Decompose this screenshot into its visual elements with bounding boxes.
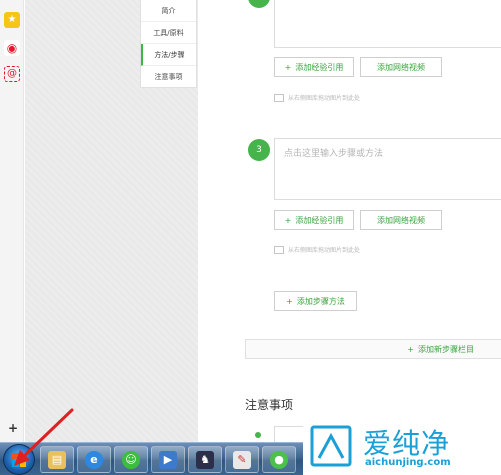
weibo-icon[interactable]: ◉ bbox=[4, 40, 20, 56]
star-icon[interactable]: ★ bbox=[4, 12, 20, 28]
image-icon bbox=[274, 93, 284, 102]
taskbar-media[interactable]: ▶ bbox=[151, 446, 185, 473]
step-number-badge: 3 bbox=[248, 139, 270, 161]
button-label: 添加经验引用 bbox=[295, 215, 344, 225]
taskbar-paint[interactable]: ✎ bbox=[225, 446, 259, 473]
step-number-badge bbox=[248, 0, 270, 8]
step-placeholder: 点击这里输入步骤或方法 bbox=[284, 149, 384, 159]
nav-item-steps[interactable]: 方法/步骤 bbox=[141, 44, 196, 66]
taskbar-explorer[interactable]: ▤ bbox=[40, 446, 74, 473]
add-new-step-section-button[interactable]: + 添加新步骤栏目 bbox=[245, 339, 501, 359]
image-icon bbox=[274, 245, 284, 254]
button-label: 添加新步骤栏目 bbox=[418, 344, 474, 354]
game-icon: ♞ bbox=[196, 450, 214, 469]
paint-icon: ✎ bbox=[233, 450, 251, 469]
nav-item-tools[interactable]: 工具/原料 bbox=[141, 22, 196, 44]
step-text-input[interactable] bbox=[274, 0, 501, 48]
start-button[interactable] bbox=[3, 444, 35, 475]
add-experience-reference-button[interactable]: + 添加经验引用 bbox=[274, 210, 354, 230]
left-icon-strip: ★ ◉ @ + bbox=[0, 0, 24, 442]
plus-icon: + bbox=[284, 215, 292, 225]
add-web-video-button[interactable]: 添加网络视频 bbox=[360, 210, 442, 230]
button-label: 添加步骤方法 bbox=[296, 296, 345, 306]
wechat-icon: ● bbox=[270, 450, 288, 469]
taskbar-wechat[interactable]: ● bbox=[262, 446, 296, 473]
watermark-logo-icon bbox=[310, 425, 352, 467]
bullet-dot bbox=[255, 432, 261, 438]
chat-icon: ☺ bbox=[122, 450, 140, 469]
section-nav: 简介 工具/原料 方法/步骤 注意事项 bbox=[140, 0, 197, 88]
add-web-video-button[interactable]: 添加网络视频 bbox=[360, 57, 442, 77]
plus-icon: + bbox=[407, 344, 414, 354]
plus-icon: + bbox=[286, 296, 293, 306]
at-sign-icon[interactable]: @ bbox=[4, 66, 20, 82]
taskbar-browser[interactable]: e bbox=[77, 446, 111, 473]
drop-hint-text: 从右侧图库拖动图片到此处 bbox=[288, 247, 361, 254]
drop-hint-text: 从右侧图库拖动图片到此处 bbox=[288, 95, 361, 102]
taskbar-game[interactable]: ♞ bbox=[188, 446, 222, 473]
step-text-input[interactable]: 点击这里输入步骤或方法 bbox=[274, 138, 501, 200]
watermark-url: aichunjing.com bbox=[365, 457, 451, 468]
image-drop-hint: 从右侧图库拖动图片到此处 bbox=[274, 245, 360, 254]
image-drop-hint: 从右侧图库拖动图片到此处 bbox=[274, 93, 360, 102]
internet-explorer-icon: e bbox=[85, 450, 103, 469]
watermark-brand: 爱纯净 bbox=[363, 427, 451, 460]
add-icon[interactable]: + bbox=[8, 421, 18, 435]
media-player-icon: ▶ bbox=[159, 450, 177, 469]
button-label: 添加经验引用 bbox=[295, 62, 344, 72]
taskbar-chat[interactable]: ☺ bbox=[114, 446, 148, 473]
notes-heading: 注意事项 bbox=[245, 398, 294, 412]
watermark: 爱纯净 aichunjing.com bbox=[303, 418, 501, 475]
plus-icon: + bbox=[284, 62, 292, 72]
nav-item-notes[interactable]: 注意事项 bbox=[141, 66, 196, 88]
add-experience-reference-button[interactable]: + 添加经验引用 bbox=[274, 57, 354, 77]
editor-main: + 添加经验引用 添加网络视频 从右侧图库拖动图片到此处 3 点击这里输入步骤或… bbox=[198, 0, 501, 442]
add-step-method-button[interactable]: + 添加步骤方法 bbox=[274, 291, 357, 311]
nav-item-intro[interactable]: 简介 bbox=[141, 0, 196, 22]
windows-explorer-icon: ▤ bbox=[48, 450, 66, 469]
windows-logo-icon bbox=[12, 452, 26, 467]
